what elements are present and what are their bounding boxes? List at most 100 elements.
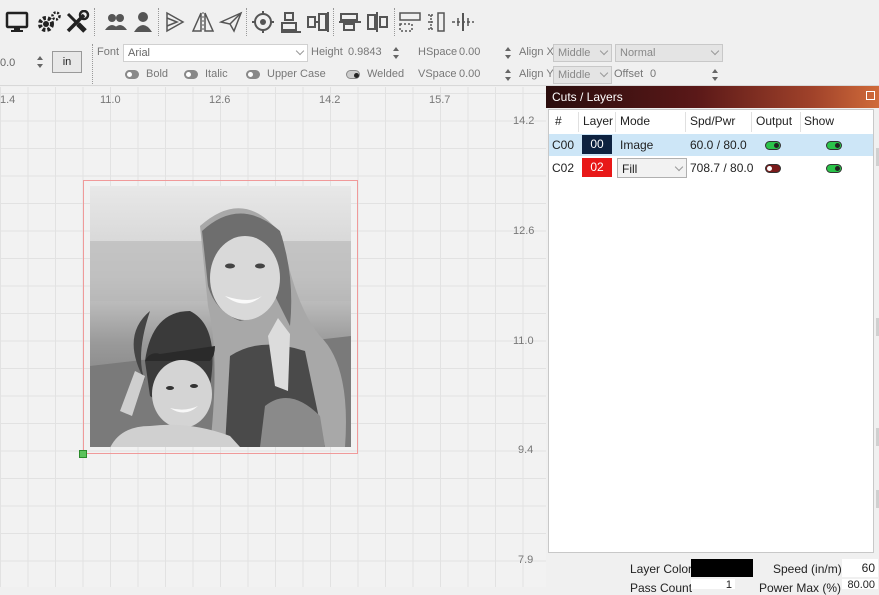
gear-icon[interactable] xyxy=(36,8,62,36)
ruler-y-tick: 9.4 xyxy=(518,444,534,456)
row-id: C02 xyxy=(552,161,575,175)
column-header-number: # xyxy=(555,114,562,128)
vspace-label: VSpace xyxy=(418,68,457,80)
bold-label: Bold xyxy=(146,68,169,80)
ruler-icon[interactable] xyxy=(423,8,449,36)
main-toolbar xyxy=(0,0,879,42)
table-row[interactable]: C00 00 Image 60.0 / 80.0 xyxy=(549,134,873,156)
column-header-show: Show xyxy=(804,114,835,128)
layer-color-swatch[interactable]: 00 xyxy=(582,135,612,154)
row-mode[interactable]: Image xyxy=(620,138,653,152)
column-header-layer: Layer xyxy=(583,114,614,128)
chevron-down-icon xyxy=(599,68,609,78)
photo-image[interactable] xyxy=(90,186,351,447)
welded-toggle[interactable] xyxy=(346,70,360,79)
speed-label: Speed (in/m) xyxy=(773,562,842,576)
distribute-icon[interactable] xyxy=(305,8,331,36)
user-icon[interactable] xyxy=(130,8,156,36)
show-toggle[interactable] xyxy=(826,164,842,173)
resize-icon[interactable] xyxy=(397,8,423,36)
cuts-layers-panel: Cuts / Layers # Layer Mode Spd/Pwr Outpu… xyxy=(546,86,879,595)
monitor-icon[interactable] xyxy=(4,8,30,36)
font-select[interactable]: Arial xyxy=(123,44,308,62)
mode-select[interactable]: Fill xyxy=(617,158,687,178)
upper-case-label: Upper Case xyxy=(267,68,326,80)
align-y-select[interactable]: Middle xyxy=(553,66,612,84)
output-toggle[interactable] xyxy=(765,164,781,173)
distribute-center-icon[interactable] xyxy=(365,8,391,36)
hspace-label: HSpace xyxy=(418,46,458,58)
mirror-icon[interactable] xyxy=(190,8,216,36)
italic-label: Italic xyxy=(205,68,228,80)
column-header-spd-pwr: Spd/Pwr xyxy=(690,114,736,128)
layer-color-picker[interactable] xyxy=(691,559,753,577)
origin-handle[interactable] xyxy=(79,450,87,458)
font-label: Font xyxy=(97,46,120,58)
chevron-down-icon xyxy=(674,162,684,172)
vspace-input[interactable]: 0.00 xyxy=(459,68,480,80)
layer-color-swatch[interactable]: 02 xyxy=(582,158,612,177)
wrench-icon[interactable] xyxy=(64,8,90,36)
height-label: Height xyxy=(311,46,343,58)
column-divider xyxy=(685,112,686,132)
row-id: C00 xyxy=(552,138,575,152)
vspace-stepper[interactable] xyxy=(502,66,514,84)
ruler-x-tick: 11.0 xyxy=(100,94,121,106)
offset-input[interactable]: 0 xyxy=(650,68,656,80)
hspace-input[interactable]: 0.00 xyxy=(459,46,480,58)
ruler-x-tick: 14.2 xyxy=(319,94,341,106)
show-toggle[interactable] xyxy=(826,141,842,150)
chevron-down-icon xyxy=(710,46,720,56)
target-icon[interactable] xyxy=(250,8,276,36)
layer-settings: Layer Color Speed (in/m) 60 Pass Count 1… xyxy=(546,555,879,595)
ruler-x-tick: 12.6 xyxy=(209,94,231,106)
align-y-value: Middle xyxy=(558,69,591,81)
power-max-label: Power Max (%) xyxy=(759,581,842,595)
toolbar-separator xyxy=(333,8,334,36)
pass-count-input[interactable]: 1 xyxy=(691,579,735,589)
ruler-x-tick: 15.7 xyxy=(429,94,451,106)
align-x-label: Align X xyxy=(519,46,554,58)
align-x-value: Middle xyxy=(558,47,591,59)
row-spd-pwr: 708.7 / 80.0 xyxy=(690,161,754,175)
column-header-output: Output xyxy=(756,114,793,128)
users-icon[interactable] xyxy=(103,8,129,36)
crosshair-icon[interactable] xyxy=(450,8,476,36)
upper-case-toggle[interactable] xyxy=(246,70,260,79)
row-spd-pwr: 60.0 / 80.0 xyxy=(690,138,747,152)
bold-toggle[interactable] xyxy=(125,70,139,79)
toolbar-separator xyxy=(394,8,395,36)
power-max-input[interactable]: 80.00 xyxy=(842,579,878,589)
table-row[interactable]: C02 02 Fill 708.7 / 80.0 xyxy=(549,157,873,179)
restore-icon[interactable] xyxy=(866,91,875,100)
hspace-stepper[interactable] xyxy=(502,44,514,62)
design-canvas[interactable]: 1.4 11.0 12.6 14.2 15.7 14.2 12.6 11.0 9… xyxy=(0,87,546,587)
column-header-mode: Mode xyxy=(620,114,651,128)
panel-title-bar: Cuts / Layers xyxy=(546,86,879,108)
text-style-value: Normal xyxy=(620,47,656,59)
chevron-down-icon xyxy=(599,46,609,56)
height-stepper[interactable] xyxy=(390,44,402,62)
column-divider xyxy=(615,112,616,132)
flip-horizontal-icon[interactable] xyxy=(162,8,188,36)
italic-toggle[interactable] xyxy=(184,70,198,79)
welded-label: Welded xyxy=(367,68,405,80)
cuts-table: # Layer Mode Spd/Pwr Output Show C00 00 … xyxy=(548,109,874,553)
column-divider xyxy=(751,112,752,132)
align-center-icon[interactable] xyxy=(337,8,363,36)
send-icon[interactable] xyxy=(218,8,244,36)
ruler-x-tick: 1.4 xyxy=(0,94,16,106)
offset-stepper[interactable] xyxy=(709,66,721,84)
pass-count-label: Pass Count xyxy=(630,581,693,595)
column-divider xyxy=(800,112,801,132)
align-x-select[interactable]: Middle xyxy=(553,44,612,62)
toolbar-separator xyxy=(92,44,93,84)
height-input[interactable]: 0.9843 xyxy=(348,46,382,58)
text-style-select[interactable]: Normal xyxy=(615,44,723,62)
panel-title: Cuts / Layers xyxy=(552,90,623,104)
position-stepper[interactable] xyxy=(34,53,46,71)
output-toggle[interactable] xyxy=(765,141,781,150)
speed-input[interactable]: 60 xyxy=(842,559,878,577)
align-icon[interactable] xyxy=(278,8,304,36)
unit-button[interactable]: in xyxy=(52,51,82,73)
